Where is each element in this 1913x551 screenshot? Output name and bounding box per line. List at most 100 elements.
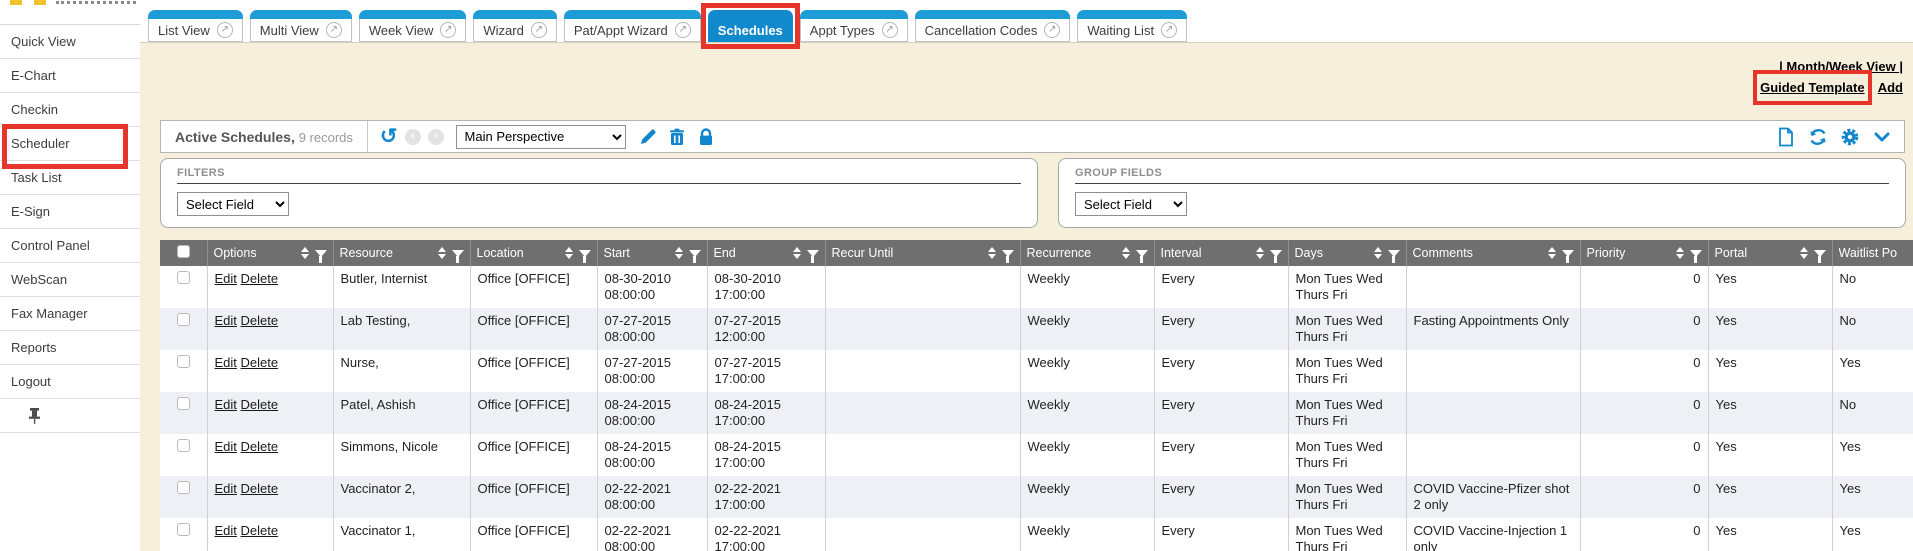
row-select-checkbox[interactable]: [177, 271, 190, 284]
delete-link[interactable]: Delete: [241, 397, 279, 412]
delete-link[interactable]: Delete: [241, 271, 279, 286]
select-all-checkbox[interactable]: [177, 245, 190, 258]
column-header-end[interactable]: End: [707, 240, 825, 266]
edit-link[interactable]: Edit: [215, 271, 237, 286]
sort-arrows-icon[interactable]: [1800, 247, 1808, 259]
sort-arrows-icon[interactable]: [1256, 247, 1264, 259]
sidebar-item-e-sign[interactable]: E-Sign: [0, 195, 140, 229]
row-select-checkbox[interactable]: [177, 523, 190, 536]
new-document-icon[interactable]: [1776, 127, 1796, 147]
tab-list-view[interactable]: List View↗: [148, 10, 243, 42]
prev-perspective-icon[interactable]: ‹: [405, 129, 421, 145]
sort-arrows-icon[interactable]: [675, 247, 683, 259]
edit-link[interactable]: Edit: [215, 355, 237, 370]
delete-link[interactable]: Delete: [241, 481, 279, 496]
tab-multi-view[interactable]: Multi View↗: [250, 10, 352, 42]
sort-arrows-icon[interactable]: [988, 247, 996, 259]
column-header-portal[interactable]: Portal: [1708, 240, 1832, 266]
delete-trash-icon[interactable]: [667, 127, 687, 147]
tab-cancellation-codes[interactable]: Cancellation Codes↗: [915, 10, 1071, 42]
edit-link[interactable]: Edit: [215, 481, 237, 496]
column-header-comments[interactable]: Comments: [1406, 240, 1580, 266]
delete-link[interactable]: Delete: [241, 523, 279, 538]
tab-waiting-list[interactable]: Waiting List↗: [1077, 10, 1187, 42]
filter-funnel-icon[interactable]: [579, 250, 591, 257]
sidebar-item-control-panel[interactable]: Control Panel: [0, 229, 140, 263]
launch-arrow-icon[interactable]: ↗: [326, 22, 342, 38]
filter-funnel-icon[interactable]: [1136, 250, 1148, 257]
sort-arrows-icon[interactable]: [301, 247, 309, 259]
filter-funnel-icon[interactable]: [1562, 250, 1574, 257]
refresh-icon[interactable]: [1808, 127, 1828, 147]
column-header-interval[interactable]: Interval: [1154, 240, 1288, 266]
column-header-resource[interactable]: Resource: [333, 240, 470, 266]
sidebar-item-task-list[interactable]: Task List: [0, 161, 140, 195]
launch-arrow-icon[interactable]: ↗: [675, 22, 691, 38]
sort-arrows-icon[interactable]: [1374, 247, 1382, 259]
select-all-header[interactable]: [160, 240, 207, 266]
delete-link[interactable]: Delete: [241, 313, 279, 328]
edit-link[interactable]: Edit: [215, 523, 237, 538]
tab-week-view[interactable]: Week View↗: [359, 10, 467, 42]
column-header-recur-until[interactable]: Recur Until: [825, 240, 1020, 266]
column-header-priority[interactable]: Priority: [1580, 240, 1708, 266]
launch-arrow-icon[interactable]: ↗: [882, 22, 898, 38]
sidebar-item-logout[interactable]: Logout: [0, 365, 140, 399]
row-select-checkbox[interactable]: [177, 313, 190, 326]
tab-wizard[interactable]: Wizard↗: [473, 10, 556, 42]
next-perspective-icon[interactable]: ›: [428, 129, 444, 145]
filter-funnel-icon[interactable]: [315, 250, 327, 257]
sidebar-item-scheduler[interactable]: Scheduler: [0, 127, 140, 161]
edit-pencil-icon[interactable]: [638, 127, 658, 147]
tab-appt-types[interactable]: Appt Types↗: [800, 10, 908, 42]
sidebar-item-e-chart[interactable]: E-Chart: [0, 59, 140, 93]
month-week-view-link[interactable]: | Month/Week View |: [1779, 59, 1903, 74]
sort-arrows-icon[interactable]: [565, 247, 573, 259]
column-header-days[interactable]: Days: [1288, 240, 1406, 266]
filter-funnel-icon[interactable]: [1270, 250, 1282, 257]
launch-arrow-icon[interactable]: ↗: [1161, 22, 1177, 38]
sort-arrows-icon[interactable]: [1676, 247, 1684, 259]
launch-arrow-icon[interactable]: ↗: [531, 22, 547, 38]
sort-arrows-icon[interactable]: [438, 247, 446, 259]
sidebar-item-checkin[interactable]: Checkin: [0, 93, 140, 127]
sort-arrows-icon[interactable]: [1122, 247, 1130, 259]
column-header-waitlist-po[interactable]: Waitlist Po: [1832, 240, 1913, 266]
pin-icon[interactable]: [28, 408, 41, 424]
guided-template-link[interactable]: Guided Template: [1760, 80, 1865, 95]
delete-link[interactable]: Delete: [241, 439, 279, 454]
filter-funnel-icon[interactable]: [1002, 250, 1014, 257]
launch-arrow-icon[interactable]: ↗: [217, 22, 233, 38]
tab-schedules[interactable]: Schedules: [708, 10, 793, 42]
row-select-checkbox[interactable]: [177, 355, 190, 368]
column-header-location[interactable]: Location: [470, 240, 597, 266]
launch-arrow-icon[interactable]: ↗: [440, 22, 456, 38]
edit-link[interactable]: Edit: [215, 439, 237, 454]
add-link[interactable]: Add: [1878, 80, 1903, 95]
tab-pat-appt-wizard[interactable]: Pat/Appt Wizard↗: [564, 10, 701, 42]
filters-field-select[interactable]: Select Field: [177, 192, 289, 216]
sidebar-item-webscan[interactable]: WebScan: [0, 263, 140, 297]
sidebar-item-fax-manager[interactable]: Fax Manager: [0, 297, 140, 331]
row-select-checkbox[interactable]: [177, 439, 190, 452]
row-select-checkbox[interactable]: [177, 481, 190, 494]
column-header-options[interactable]: Options: [207, 240, 333, 266]
filter-funnel-icon[interactable]: [807, 250, 819, 257]
perspective-select[interactable]: Main Perspective: [456, 125, 626, 149]
sidebar-item-quick-view[interactable]: Quick View: [0, 25, 140, 59]
edit-link[interactable]: Edit: [215, 397, 237, 412]
collapse-chevron-icon[interactable]: [1872, 127, 1892, 147]
gear-icon[interactable]: [1840, 127, 1860, 147]
sort-arrows-icon[interactable]: [1548, 247, 1556, 259]
sidebar-item-reports[interactable]: Reports: [0, 331, 140, 365]
filter-funnel-icon[interactable]: [689, 250, 701, 257]
filter-funnel-icon[interactable]: [452, 250, 464, 257]
edit-link[interactable]: Edit: [215, 313, 237, 328]
lock-icon[interactable]: [696, 127, 716, 147]
row-select-checkbox[interactable]: [177, 397, 190, 410]
group-fields-select[interactable]: Select Field: [1075, 192, 1187, 216]
sort-arrows-icon[interactable]: [793, 247, 801, 259]
filter-funnel-icon[interactable]: [1690, 250, 1702, 257]
filter-funnel-icon[interactable]: [1388, 250, 1400, 257]
column-header-start[interactable]: Start: [597, 240, 707, 266]
